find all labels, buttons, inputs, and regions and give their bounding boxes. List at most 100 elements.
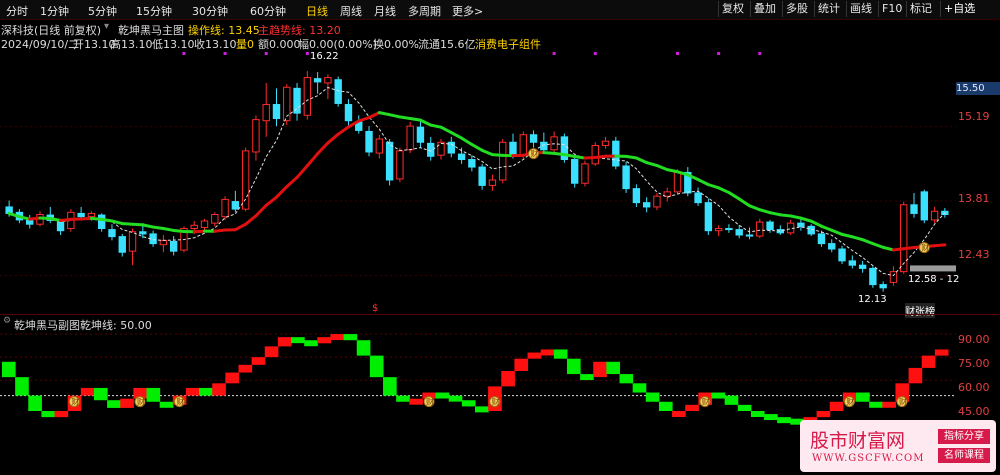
trend-line-segment — [727, 191, 741, 201]
osc-bar — [882, 401, 896, 408]
price-axis-label: 13.81 — [958, 192, 990, 205]
signal-dot — [305, 52, 309, 55]
mark-button[interactable]: 标记 — [906, 1, 935, 17]
period-tab-weekly[interactable]: 周线 — [340, 3, 362, 19]
candle-body — [838, 248, 846, 262]
stats-button[interactable]: 统计 — [814, 1, 843, 17]
f10-button[interactable]: F10 — [878, 1, 905, 17]
candle-body — [540, 141, 548, 151]
info-concept[interactable]: 消费电子组件 — [475, 36, 541, 52]
candle-body — [221, 198, 229, 218]
period-tab-15min[interactable]: 15分钟 — [136, 3, 172, 19]
trend-line-segment — [490, 153, 505, 157]
candle-body — [262, 104, 270, 122]
osc-bar — [908, 367, 923, 384]
candle-body — [468, 159, 476, 168]
osc-bar — [685, 404, 699, 411]
candle-body — [406, 125, 414, 151]
trend-line-segment — [326, 132, 340, 145]
candlestick-chart[interactable]: 财财 — [0, 52, 956, 308]
money-bag-glyph: 财 — [176, 397, 184, 407]
osc-bar — [764, 414, 778, 421]
osc-bar — [448, 395, 463, 402]
candle-body — [159, 239, 168, 246]
candle-body — [745, 234, 754, 237]
trend-line-segment — [583, 156, 597, 160]
osc-bar — [343, 334, 358, 341]
add-watchlist-button[interactable]: +自选 — [940, 1, 978, 17]
multi-stock-button[interactable]: 多股 — [782, 1, 811, 17]
trend-line-segment — [213, 228, 227, 233]
candle-body — [499, 141, 507, 181]
signal-dot — [676, 52, 680, 55]
draw-line-button[interactable]: 画线 — [846, 1, 875, 17]
candle-body — [211, 214, 219, 224]
osc-bar — [829, 401, 844, 411]
candle-body — [704, 202, 713, 232]
overlay-button[interactable]: 叠加 — [750, 1, 779, 17]
candle-body — [858, 264, 867, 269]
period-tab-more[interactable]: 更多> — [452, 3, 483, 19]
candle-body — [581, 163, 589, 184]
candle-body — [756, 221, 764, 237]
trend-line-segment — [552, 151, 566, 157]
money-bag-glyph: 财 — [71, 397, 79, 407]
osc-axis-label: 90.00 — [958, 333, 990, 346]
watermark-tag: 指标分享 — [938, 429, 990, 444]
candle-body — [879, 284, 887, 289]
period-tab-60min[interactable]: 60分钟 — [250, 3, 286, 19]
period-tab-daily[interactable]: 日线 — [306, 3, 328, 19]
osc-bar — [383, 377, 397, 396]
money-bag-icon: 财 — [423, 396, 435, 408]
period-tab-multi[interactable]: 多周期 — [408, 3, 441, 19]
trend-line-segment — [89, 216, 104, 221]
osc-bar — [2, 361, 16, 378]
osc-bar — [580, 374, 594, 381]
osc-bar — [501, 371, 515, 387]
trend-line-segment — [768, 211, 782, 217]
candle-body — [375, 138, 384, 154]
candle-body — [509, 141, 517, 156]
period-tab-30min[interactable]: 30分钟 — [192, 3, 228, 19]
candle-body — [714, 228, 723, 232]
candle-body — [252, 119, 260, 153]
trend-line-segment — [850, 235, 865, 242]
trend-line-segment — [562, 153, 577, 159]
candle-body — [591, 144, 599, 165]
trend-line-segment — [758, 208, 772, 215]
money-bag-icon: 财 — [843, 396, 855, 408]
period-tab-5min[interactable]: 5分钟 — [88, 3, 117, 19]
candle-body — [653, 195, 661, 208]
trend-line-segment — [357, 116, 371, 123]
trend-line-segment — [593, 154, 608, 160]
period-tab-1min[interactable]: 1分钟 — [40, 3, 69, 19]
candle-body — [334, 79, 342, 104]
period-tab-fenshi[interactable]: 分时 — [6, 3, 28, 19]
candle-body — [128, 231, 137, 252]
trend-line-segment — [336, 125, 350, 136]
osc-bar — [15, 377, 29, 396]
rank-badge[interactable]: 财张榜 — [905, 303, 935, 318]
candle-body — [56, 221, 65, 232]
settings-gear-icon[interactable]: ⚙ — [3, 316, 11, 326]
fuquan-button[interactable]: 复权 — [718, 1, 747, 17]
chevron-down-icon[interactable]: ▾ — [104, 21, 109, 32]
money-bag-glyph: 财 — [702, 397, 710, 407]
money-bag-icon: 财 — [918, 242, 930, 254]
trend-line-segment — [388, 113, 402, 119]
signal-dot — [758, 52, 762, 55]
osc-bar — [330, 334, 345, 341]
money-bag-icon: 财 — [896, 396, 908, 408]
trend-line-segment — [542, 151, 556, 155]
osc-bar — [777, 417, 791, 424]
period-tab-monthly[interactable]: 月线 — [374, 3, 396, 19]
candle-body — [118, 236, 126, 253]
osc-axis-label: 45.00 — [958, 405, 990, 418]
trend-line-segment — [295, 164, 309, 179]
trend-line-segment — [316, 141, 330, 156]
operation-line — [8, 86, 946, 277]
osc-bar — [291, 337, 305, 344]
osc-bar — [461, 400, 476, 407]
trend-line-segment — [799, 216, 813, 223]
candle-body — [416, 126, 425, 143]
